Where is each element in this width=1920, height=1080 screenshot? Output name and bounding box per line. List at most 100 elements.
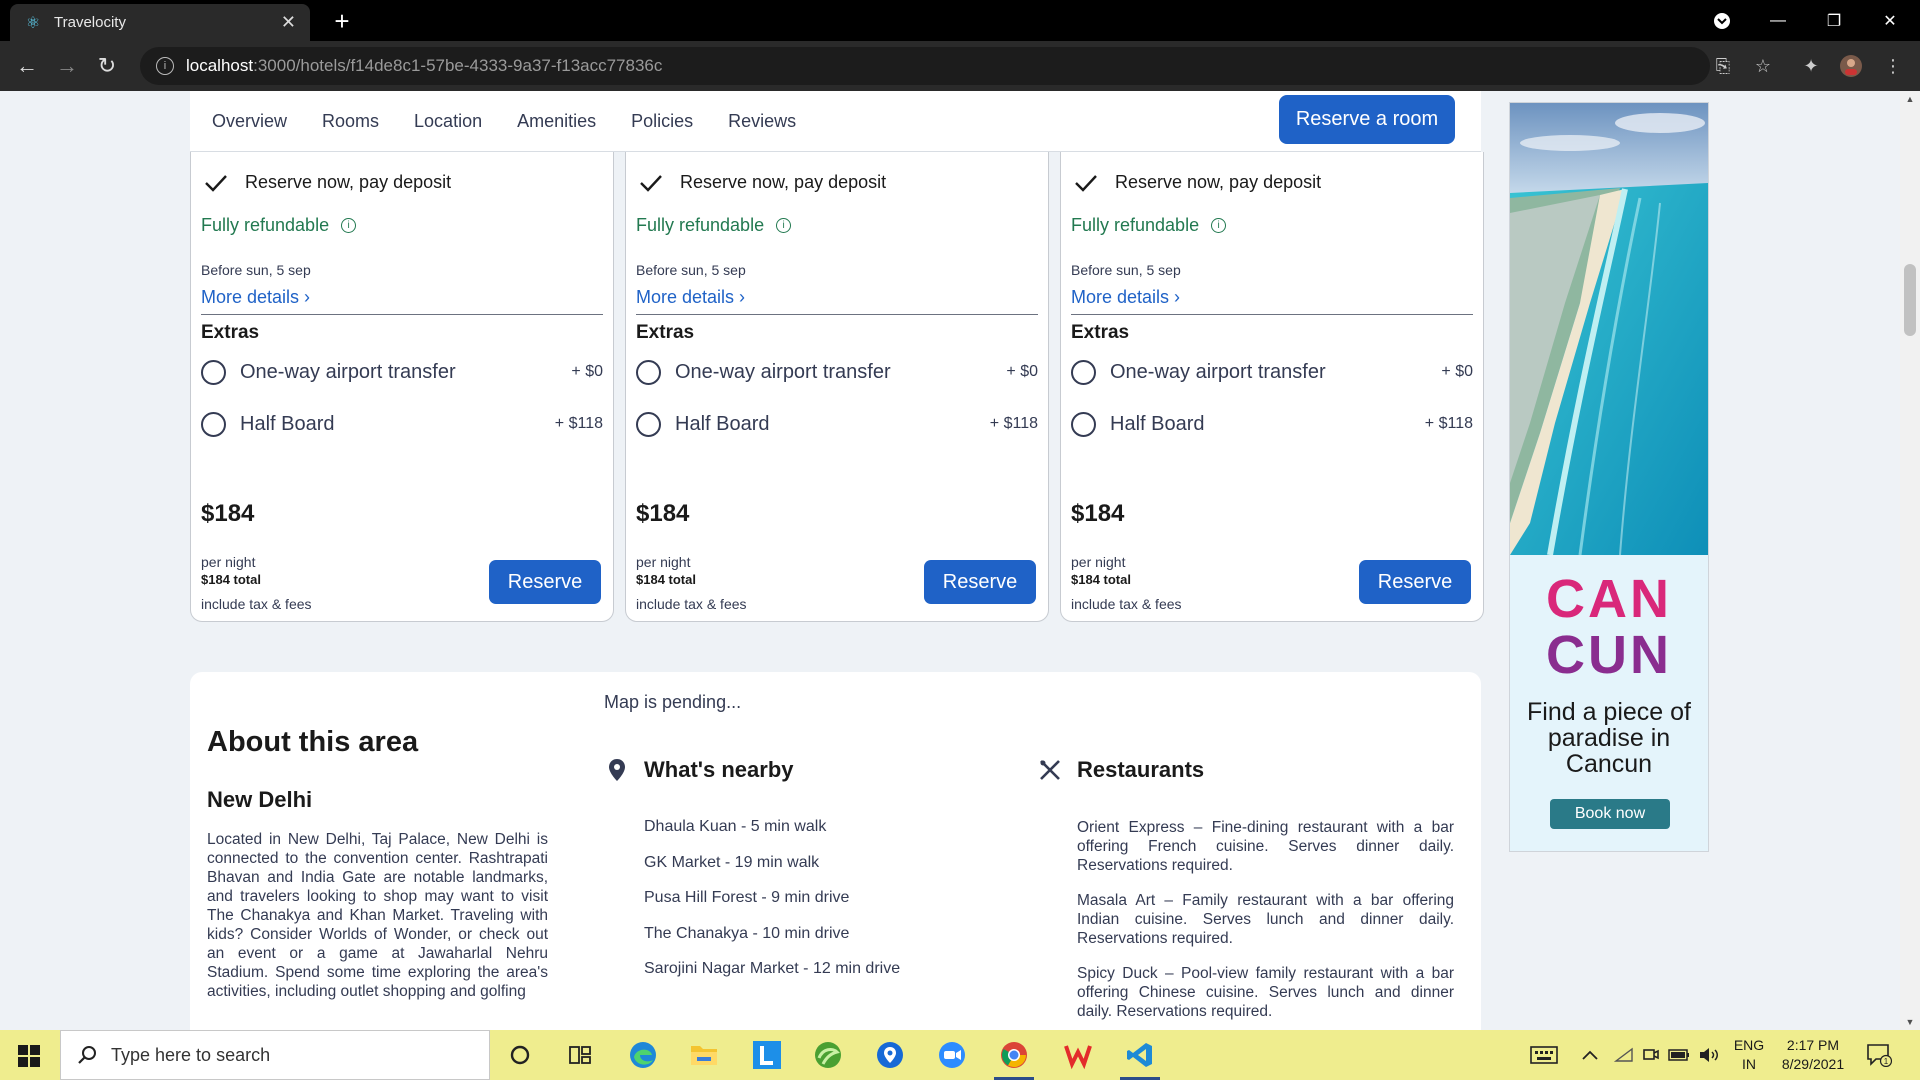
tax-note: include tax & fees: [636, 596, 747, 612]
option-label: One-way airport transfer: [1110, 360, 1326, 383]
zoom-icon[interactable]: [932, 1037, 972, 1073]
chrome-icon[interactable]: [994, 1037, 1034, 1080]
forward-icon[interactable]: →: [50, 49, 84, 83]
info-icon[interactable]: i: [341, 218, 357, 233]
option-price: + $118: [1424, 415, 1473, 432]
list-item: The Chanakya - 10 min drive: [644, 924, 850, 942]
info-icon[interactable]: i: [1211, 218, 1227, 233]
book-now-button[interactable]: Book now: [1550, 799, 1670, 829]
extra-option-half-board[interactable]: Half Board + $118: [636, 409, 1038, 439]
room-price: $184: [201, 500, 255, 527]
address-bar[interactable]: i localhost:3000/hotels/f14de8c1-57be-43…: [140, 47, 1710, 85]
reload-icon[interactable]: ↻: [90, 49, 124, 83]
refundable-row: Fully refundable i: [1071, 215, 1227, 236]
reserve-room-button[interactable]: Reserve a room: [1279, 95, 1455, 144]
launcher-l-icon[interactable]: [747, 1037, 787, 1073]
wifi-icon[interactable]: [1614, 1030, 1634, 1080]
file-explorer-icon[interactable]: [684, 1037, 724, 1073]
profile-menu-icon[interactable]: [1694, 0, 1750, 41]
radio-button[interactable]: [201, 411, 226, 437]
more-details-link[interactable]: More details ›: [636, 287, 745, 308]
minimize-icon[interactable]: —: [1750, 0, 1806, 41]
browser-tab[interactable]: ⚛ Travelocity ✕: [10, 4, 310, 41]
input-language[interactable]: ENG IN: [1732, 1036, 1766, 1074]
deposit-row: Reserve now, pay deposit: [1073, 172, 1321, 193]
cortana-icon[interactable]: [500, 1037, 540, 1073]
extra-option-half-board[interactable]: Half Board + $118: [1071, 409, 1473, 439]
extra-option-half-board[interactable]: Half Board + $118: [201, 409, 603, 439]
keyboard-icon[interactable]: [1530, 1030, 1558, 1080]
subnav-location[interactable]: Location: [414, 111, 482, 132]
extra-option-airport[interactable]: One-way airport transfer + $0: [201, 357, 603, 387]
radio-button[interactable]: [201, 359, 226, 385]
close-window-icon[interactable]: ✕: [1862, 0, 1918, 41]
back-icon[interactable]: ←: [10, 49, 44, 83]
cancun-ad[interactable]: CAN CUN Find a piece of paradise in Canc…: [1509, 102, 1709, 852]
radio-button[interactable]: [636, 359, 661, 385]
extra-option-airport[interactable]: One-way airport transfer + $0: [636, 357, 1038, 387]
chevron-up-icon[interactable]: [1582, 1030, 1598, 1080]
deposit-text: Reserve now, pay deposit: [1115, 172, 1322, 192]
radio-button[interactable]: [636, 411, 661, 437]
radio-button[interactable]: [1071, 359, 1096, 385]
extensions-icon[interactable]: ✦: [1798, 53, 1824, 79]
avatar[interactable]: [1838, 53, 1864, 79]
option-label: One-way airport transfer: [240, 360, 456, 383]
area-title: About this area: [207, 726, 419, 758]
new-tab-button[interactable]: +: [324, 4, 360, 38]
subnav-amenities[interactable]: Amenities: [517, 111, 596, 132]
extra-option-airport[interactable]: One-way airport transfer + $0: [1071, 357, 1473, 387]
kebab-menu-icon[interactable]: ⋮: [1880, 53, 1906, 79]
volume-icon[interactable]: [1698, 1030, 1720, 1080]
tax-note: include tax & fees: [201, 596, 312, 612]
reserve-button[interactable]: Reserve: [924, 560, 1036, 604]
task-view-icon[interactable]: [560, 1037, 600, 1073]
info-icon[interactable]: i: [156, 57, 174, 75]
list-item: Orient Express – Fine-dining restaurant …: [1077, 819, 1454, 874]
system-clock[interactable]: 2:17 PM 8/29/2021: [1778, 1036, 1848, 1074]
windows-taskbar: Type here to search ENG IN 2:17 PM 8/29/…: [0, 1030, 1920, 1080]
restore-icon[interactable]: ❐: [1806, 0, 1862, 41]
notification-count: 1: [1884, 1057, 1889, 1066]
meet-now-icon[interactable]: [1642, 1030, 1660, 1080]
nearby-heading: What's nearby: [604, 757, 794, 783]
area-city: New Delhi: [207, 787, 313, 812]
more-details-link[interactable]: More details ›: [201, 287, 310, 308]
subnav-overview[interactable]: Overview: [212, 111, 287, 132]
vscode-icon[interactable]: [1120, 1037, 1160, 1080]
more-details-link[interactable]: More details ›: [1071, 287, 1180, 308]
deposit-text: Reserve now, pay deposit: [680, 172, 887, 192]
page-scrollbar[interactable]: ▲ ▼: [1900, 91, 1920, 1030]
tax-note: include tax & fees: [1071, 596, 1182, 612]
reserve-button[interactable]: Reserve: [1359, 560, 1471, 604]
room-price: $184: [636, 500, 690, 527]
bookmark-star-icon[interactable]: ☆: [1750, 53, 1776, 79]
total-price: $184 total: [1071, 572, 1131, 587]
scrollbar-thumb[interactable]: [1904, 264, 1916, 336]
green-app-icon[interactable]: [808, 1037, 848, 1073]
total-price: $184 total: [636, 572, 696, 587]
scroll-down-icon[interactable]: ▼: [1900, 1014, 1920, 1030]
info-icon[interactable]: i: [776, 218, 792, 233]
edge-icon[interactable]: [623, 1037, 663, 1073]
browser-toolbar: ← → ↻ i localhost:3000/hotels/f14de8c1-5…: [0, 41, 1920, 91]
about-area-section: About this area New Delhi Located in New…: [190, 672, 1481, 1030]
nearby-list: Dhaula Kuan - 5 min walk GK Market - 19 …: [644, 818, 900, 996]
subnav-rooms[interactable]: Rooms: [322, 111, 379, 132]
maps-icon[interactable]: [870, 1037, 910, 1073]
notification-icon[interactable]: 1: [1866, 1030, 1892, 1080]
option-price: + $0: [1006, 363, 1038, 380]
radio-button[interactable]: [1071, 411, 1096, 437]
close-tab-icon[interactable]: ✕: [281, 12, 296, 33]
wps-office-icon[interactable]: [1058, 1037, 1098, 1073]
tab-title: Travelocity: [54, 14, 126, 31]
translate-icon[interactable]: ⎘: [1710, 53, 1736, 79]
subnav-reviews[interactable]: Reviews: [728, 111, 796, 132]
taskbar-search-input[interactable]: Type here to search: [60, 1030, 490, 1080]
battery-icon[interactable]: [1668, 1030, 1690, 1080]
scroll-up-icon[interactable]: ▲: [1900, 91, 1920, 107]
reserve-button[interactable]: Reserve: [489, 560, 601, 604]
room-price: $184: [1071, 500, 1125, 527]
windows-start-icon[interactable]: [18, 1045, 40, 1067]
subnav-policies[interactable]: Policies: [631, 111, 693, 132]
